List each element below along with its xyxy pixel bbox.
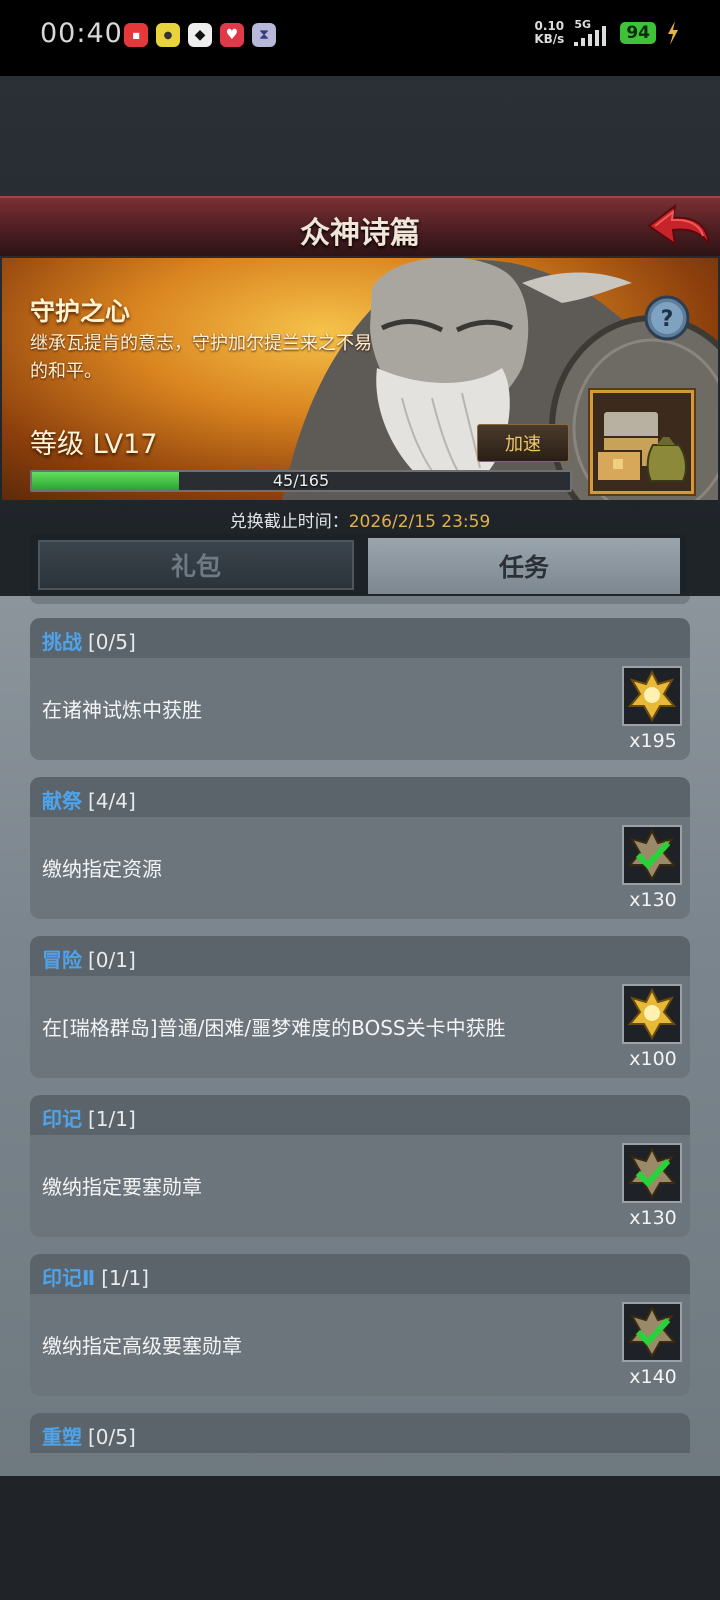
green-check-badge-icon[interactable] — [622, 1143, 682, 1203]
gold-badge-icon[interactable] — [622, 666, 682, 726]
help-icon[interactable]: ? — [644, 295, 690, 341]
task-body: 缴纳指定资源 x130 — [30, 817, 690, 919]
tab-tasks[interactable]: 任务 — [368, 538, 680, 594]
toutiao-icon: ● — [156, 23, 180, 47]
previous-task-partial: x65 — [30, 596, 690, 604]
task-name: 献祭 [4/4] — [42, 789, 136, 813]
hourglass-icon: ⧗ — [252, 23, 276, 47]
task-card: 重塑 [0/5] — [30, 1413, 690, 1476]
task-card: 献祭 [4/4] 缴纳指定资源 x130 — [30, 777, 690, 919]
task-card: 印记 [1/1] 缴纳指定要塞勋章 x130 — [30, 1095, 690, 1237]
task-header: 印记 [1/1] — [30, 1095, 690, 1135]
banner-title: 守护之心 — [30, 297, 131, 326]
banner-description: 继承瓦提肯的意志，守护加尔提兰来之不易的和平。 — [30, 333, 372, 382]
tab-gift-pack[interactable]: 礼包 — [38, 540, 354, 590]
reward-count: x100 — [629, 1048, 677, 1070]
task-description: 缴纳指定高级要塞勋章 — [42, 1334, 242, 1358]
bottom-area — [0, 1476, 720, 1600]
green-check-badge-icon[interactable] — [622, 1302, 682, 1362]
task-description: 缴纳指定资源 — [42, 857, 162, 881]
task-body: 在[瑞格群岛]普通/困难/噩梦难度的BOSS关卡中获胜 x100 — [30, 976, 690, 1078]
reward-count: x130 — [629, 889, 677, 911]
gold-badge-icon[interactable] — [622, 984, 682, 1044]
network-speed: 0.10 KB/s — [534, 19, 565, 46]
speed-up-button[interactable]: 加速 — [477, 424, 569, 462]
level-label: 等级 LV17 — [30, 429, 158, 460]
task-progress: [0/5] — [88, 630, 136, 654]
task-header: 冒险 [0/1] — [30, 936, 690, 976]
task-body: 缴纳指定高级要塞勋章 x140 — [30, 1294, 690, 1396]
qq-icon: ◆ — [188, 23, 212, 47]
task-name: 冒险 [0/1] — [42, 948, 136, 972]
task-card: 冒险 [0/1] 在[瑞格群岛]普通/困难/噩梦难度的BOSS关卡中获胜 x100 — [30, 936, 690, 1078]
task-header: 挑战 [0/5] — [30, 618, 690, 658]
task-name: 印记 [1/1] — [42, 1107, 136, 1131]
exchange-deadline: 兑换截止时间：2026/2/15 23:59 — [0, 507, 720, 532]
deadline-label: 兑换截止时间： — [229, 512, 349, 532]
task-progress: [4/4] — [88, 789, 136, 813]
back-arrow-icon[interactable] — [645, 200, 713, 252]
task-header: 献祭 [4/4] — [30, 777, 690, 817]
xiaohongshu-icon: ■ — [124, 23, 148, 47]
svg-text:?: ? — [661, 307, 674, 332]
status-time: 00:40 — [40, 18, 123, 49]
deadline-value: 2026/2/15 23:59 — [348, 512, 491, 532]
task-progress: [1/1] — [88, 1107, 136, 1131]
task-card: 挑战 [0/5] 在诸神试炼中获胜 x195 — [30, 618, 690, 760]
page-title: 众神诗篇 — [300, 216, 420, 251]
level-progress-text: 45/165 — [272, 471, 330, 490]
task-description: 在[瑞格群岛]普通/困难/噩梦难度的BOSS关卡中获胜 — [42, 1016, 506, 1040]
status-bar: 00:40 ■ ● ◆ ♥ ⧗ 0.10 KB/s 5G 94 — [0, 0, 720, 76]
task-name: 重塑 [0/5] — [42, 1425, 136, 1449]
heart-app-icon: ♥ — [220, 23, 244, 47]
notification-icons: ■ ● ◆ ♥ ⧗ — [124, 23, 276, 47]
task-progress: [0/1] — [88, 948, 136, 972]
green-check-badge-icon[interactable] — [622, 825, 682, 885]
reward-count: x140 — [629, 1366, 677, 1388]
task-card: 印记Ⅱ [1/1] 缴纳指定高级要塞勋章 x140 — [30, 1254, 690, 1396]
task-header: 印记Ⅱ [1/1] — [30, 1254, 690, 1294]
reward-count: x195 — [629, 730, 677, 752]
task-body: 缴纳指定要塞勋章 x130 — [30, 1135, 690, 1237]
signal-icon: 5G — [574, 18, 610, 46]
battery-indicator: 94 — [620, 22, 656, 44]
task-list[interactable]: x65 挑战[0/5] 在诸神试炼中获胜 x195 献祭[4/4] 缴纳指定资源… — [0, 596, 720, 1476]
treasure-chest-icon[interactable] — [590, 390, 694, 494]
task-progress: [0/5] — [88, 1425, 136, 1449]
task-header: 重塑 [0/5] — [30, 1413, 690, 1453]
task-name: 挑战 [0/5] — [42, 630, 136, 654]
reward-count: x130 — [629, 1207, 677, 1229]
previous-reward-count: x65 — [632, 596, 662, 599]
task-progress: [1/1] — [101, 1266, 149, 1290]
task-body: 在诸神试炼中获胜 x195 — [30, 658, 690, 760]
task-name: 印记Ⅱ [1/1] — [42, 1266, 149, 1290]
charging-bolt-icon — [668, 21, 678, 45]
task-description: 在诸神试炼中获胜 — [42, 698, 202, 722]
task-description: 缴纳指定要塞勋章 — [42, 1175, 202, 1199]
